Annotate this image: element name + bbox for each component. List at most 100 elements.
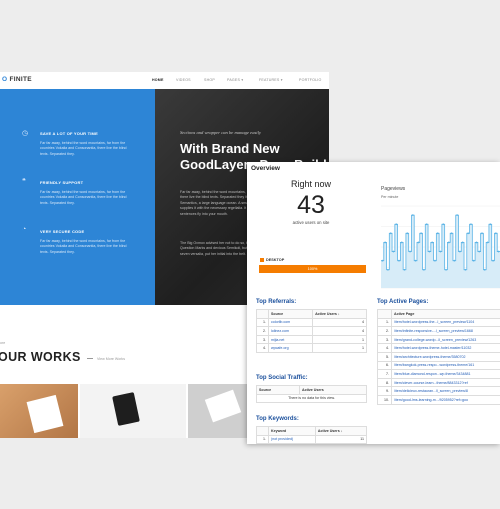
section-title: OUR WORKS xyxy=(0,350,81,364)
active-users-value: 4 xyxy=(312,317,367,328)
pageviews-point xyxy=(387,268,389,271)
keywords-table: Keyword Active Users ↓ 1. (not provided) 1… xyxy=(256,426,368,444)
clock-icon: ◷ xyxy=(22,130,29,137)
active-page-link[interactable]: /item/blue-diamond-respon...wp-theme/343… xyxy=(391,369,500,379)
table-row: 10./item/good-lms-learning-m.../9205952?… xyxy=(377,394,500,405)
header-active-users[interactable]: Active Users ↓ xyxy=(314,426,368,436)
pageviews-point xyxy=(497,250,500,253)
active-pages-table: Active Page 1./item/hotel-wordpress-the.… xyxy=(377,309,500,405)
active-page-link[interactable]: /item/hotel-wordpress-the...l_screen_pre… xyxy=(391,317,500,328)
pageviews-title: Pageviews xyxy=(381,186,406,192)
social-table: Source Active Users There is no data for… xyxy=(256,385,368,404)
pageviews-point xyxy=(409,250,411,253)
header-index xyxy=(256,426,269,436)
header-active-users[interactable]: Active Users ↓ xyxy=(312,309,367,319)
row-index: 4. xyxy=(377,343,392,353)
pageviews-point xyxy=(422,268,425,271)
active-users-label: active users on site xyxy=(292,220,330,225)
analytics-overview: Overview Right now 43 active users on si… xyxy=(247,162,500,444)
active-page-link[interactable]: /item/clever-course-learn...theme/884331… xyxy=(391,377,500,388)
active-users-value: 11 xyxy=(314,434,368,444)
pageviews-point xyxy=(456,214,459,217)
nav-shop[interactable]: SHOP xyxy=(204,78,215,82)
feature-text: Far far away, behind the word mountains,… xyxy=(40,239,127,254)
pageviews-point xyxy=(486,241,489,244)
pageviews-point xyxy=(458,250,461,253)
header-keyword: Keyword xyxy=(268,426,316,436)
table-row: 5./item/architecture-wordpress-theme/358… xyxy=(377,351,500,362)
pageviews-point xyxy=(445,268,447,271)
referral-source-link[interactable]: lollnez.com xyxy=(267,326,314,336)
pageviews-point xyxy=(481,232,483,235)
chat-icon: ❝ xyxy=(22,178,26,185)
row-index: 8. xyxy=(377,377,392,388)
row-index: 1. xyxy=(377,317,392,328)
nav-videos[interactable]: VIDEOS xyxy=(176,78,191,82)
portfolio-thumb[interactable] xyxy=(188,384,248,438)
features-panel: ◷ SAVE A LOT OF YOUR TIME Far far away, … xyxy=(0,89,155,305)
pageviews-point xyxy=(400,241,403,244)
pageviews-point xyxy=(425,223,428,226)
phone-image xyxy=(112,392,140,426)
active-page-link[interactable]: /item/architecture-wordpress-theme/35807… xyxy=(391,351,500,362)
divider xyxy=(87,358,93,359)
pageviews-point xyxy=(420,232,423,235)
site-logo[interactable]: O FINITE xyxy=(2,76,32,83)
row-index: 4. xyxy=(256,343,269,353)
pageviews-point xyxy=(411,214,414,217)
row-index: 3. xyxy=(256,334,269,345)
active-users-value: 1 xyxy=(312,334,367,345)
panel-title: Overview xyxy=(251,165,280,172)
table-row: 8./item/clever-course-learn...theme/8843… xyxy=(377,377,500,388)
feature-text: Far far away, behind the word mountains,… xyxy=(40,190,127,205)
pageviews-point xyxy=(434,259,436,262)
hero-subtitle: Sections and wrapper can be manage easil… xyxy=(180,130,261,135)
top-referrals-title: Top Referrals: xyxy=(256,299,297,305)
pageviews-chart xyxy=(381,205,500,289)
header-index xyxy=(256,309,269,319)
feature-title: FRIENDLY SUPPORT xyxy=(40,180,84,185)
top-active-pages-title: Top Active Pages: xyxy=(377,299,429,305)
pageviews-point xyxy=(470,223,472,226)
top-keywords-title: Top Keywords: xyxy=(256,416,299,422)
active-page-link[interactable]: /item/good-lms-learning-m.../9205952?ref… xyxy=(391,394,500,405)
pageviews-subtitle: Per minute xyxy=(381,195,399,199)
active-page-link[interactable]: /item/infinite-responsive-...l_screen_pr… xyxy=(391,326,500,336)
pageviews-point xyxy=(461,241,464,244)
pageviews-point xyxy=(464,268,467,271)
row-index: 1. xyxy=(256,434,269,444)
active-page-link[interactable]: /item/hotel-wordpress-theme-hotel-master… xyxy=(391,343,500,353)
pageviews-point xyxy=(428,250,431,253)
keyword-link[interactable]: (not provided) xyxy=(268,434,316,444)
active-page-link[interactable]: /item/bangkok-press-respo...wordpress-th… xyxy=(391,360,500,371)
pageviews-point xyxy=(403,268,406,271)
active-page-link[interactable]: /item/grand-college-wordp...ll_screen_pr… xyxy=(391,334,500,345)
portfolio-thumb[interactable] xyxy=(80,384,186,438)
table-row: 2./item/infinite-responsive-...l_screen_… xyxy=(377,326,500,336)
pageviews-point xyxy=(392,250,395,253)
referral-source-link[interactable]: wpcafe.org xyxy=(267,343,314,353)
pageviews-point xyxy=(489,223,492,226)
referral-source-link[interactable]: colorlib.com xyxy=(267,317,314,328)
nav-pages[interactable]: PAGES ▾ xyxy=(227,78,243,82)
pageviews-point xyxy=(478,250,481,253)
active-page-link[interactable]: /item/delicieux-restauran...ll_screen_pr… xyxy=(391,386,500,396)
portfolio-thumb[interactable] xyxy=(0,384,78,438)
pageviews-point xyxy=(381,259,384,262)
referral-source-link[interactable]: mijia.net xyxy=(267,334,314,345)
row-index: 2. xyxy=(377,326,392,336)
referrals-table: Source Active Users ↓ 1. colorlib.com 4 2.… xyxy=(256,309,367,353)
nav-home[interactable]: HOME xyxy=(152,78,164,82)
nav-portfolio[interactable]: PORTFOLIO xyxy=(299,78,322,82)
site-navbar: O FINITE HOME VIDEOS SHOP PAGES ▾ FEATUR… xyxy=(0,72,329,89)
table-row: 6./item/bangkok-press-respo...wordpress-… xyxy=(377,360,500,371)
pageviews-point xyxy=(447,241,450,244)
pageviews-point xyxy=(414,259,417,262)
view-more-link[interactable]: View More Works xyxy=(97,357,125,361)
table-row: 1. (not provided) 11 xyxy=(256,434,368,444)
nav-features[interactable]: FEATURES ▾ xyxy=(259,78,283,82)
header-source: Source xyxy=(256,385,300,395)
active-users-value: 4 xyxy=(312,326,367,336)
top-social-title: Top Social Traffic: xyxy=(256,375,308,381)
header-active-users[interactable]: Active Users xyxy=(298,385,368,395)
